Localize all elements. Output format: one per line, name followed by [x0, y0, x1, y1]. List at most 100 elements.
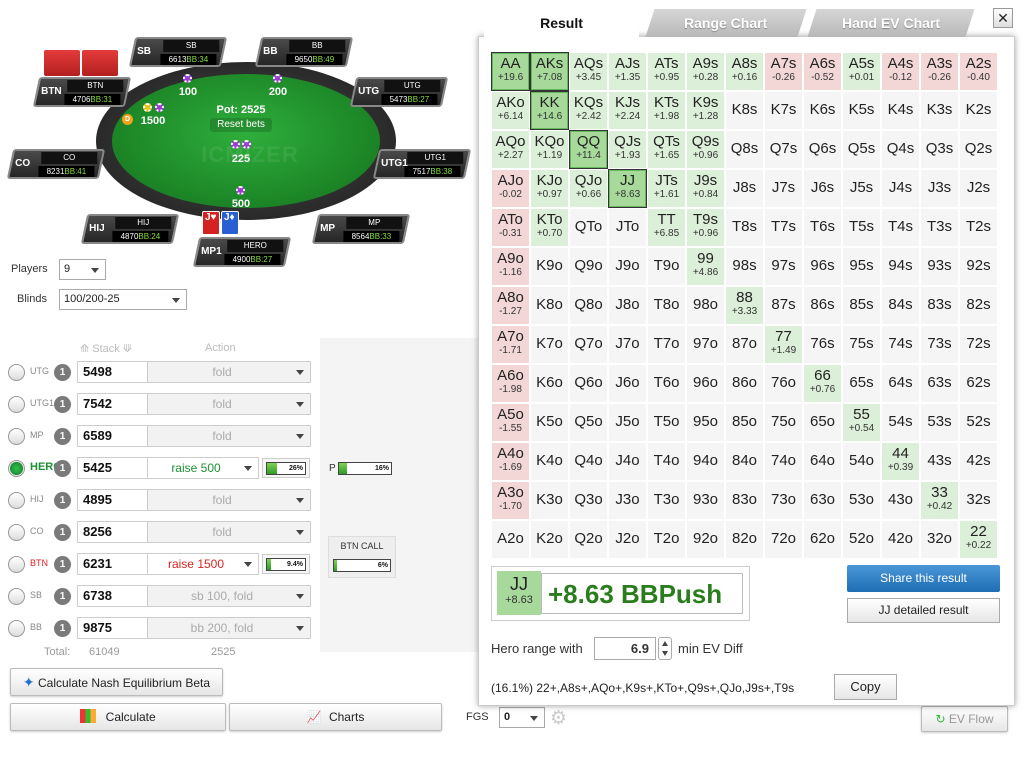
hand-cell[interactable]: 32s — [959, 481, 998, 520]
hand-cell[interactable]: Q4o — [569, 442, 608, 481]
hand-cell[interactable]: 94o — [686, 442, 725, 481]
action-select[interactable]: fold — [147, 425, 311, 447]
stack-input[interactable]: 6231 — [77, 553, 149, 575]
row-count[interactable]: 1 — [54, 556, 71, 573]
hand-cell[interactable]: A4o -1.69 — [491, 442, 530, 481]
hero-radio[interactable] — [8, 524, 25, 541]
hand-cell[interactable]: K7s — [764, 91, 803, 130]
hand-cell[interactable]: A4s -0.12 — [881, 52, 920, 91]
hand-cell[interactable]: A8o -1.27 — [491, 286, 530, 325]
seat-hero[interactable]: MP1 HERO 4900BB:27 — [192, 237, 292, 267]
hand-cell[interactable]: JTs +1.61 — [647, 169, 686, 208]
row-count[interactable]: 1 — [54, 620, 71, 637]
hand-cell[interactable]: J8o — [608, 286, 647, 325]
min-ev-stepper[interactable] — [658, 637, 672, 660]
hand-cell[interactable]: J4o — [608, 442, 647, 481]
hand-cell[interactable]: 22 +0.22 — [959, 520, 998, 559]
hand-cell[interactable]: AJs +1.35 — [608, 52, 647, 91]
ev-flow-button[interactable]: ↻ EV Flow — [921, 706, 1008, 732]
hand-cell[interactable]: Q9s +0.96 — [686, 130, 725, 169]
stack-input[interactable]: 5425 — [77, 457, 149, 479]
hand-cell[interactable]: ATo -0.31 — [491, 208, 530, 247]
action-select[interactable]: raise 500 — [147, 457, 259, 479]
hand-cell[interactable]: Q3o — [569, 481, 608, 520]
hand-cell[interactable]: 42s — [959, 442, 998, 481]
hand-cell[interactable]: 74o — [764, 442, 803, 481]
hand-cell[interactable]: T4o — [647, 442, 686, 481]
hand-cell[interactable]: K4s — [881, 91, 920, 130]
hand-cell[interactable]: Q4s — [881, 130, 920, 169]
min-ev-input[interactable]: 6.9 — [594, 637, 656, 660]
hand-cell[interactable]: A7o -1.71 — [491, 325, 530, 364]
hand-cell[interactable]: 87o — [725, 325, 764, 364]
hand-cell[interactable]: T3s — [920, 208, 959, 247]
fgs-select[interactable]: 0 — [499, 707, 545, 728]
hand-cell[interactable]: K6o — [530, 364, 569, 403]
hand-cell[interactable]: AQo +2.27 — [491, 130, 530, 169]
hand-cell[interactable]: Q5o — [569, 403, 608, 442]
action-select[interactable]: fold — [147, 361, 311, 383]
hand-cell[interactable]: T2s — [959, 208, 998, 247]
hand-cell[interactable]: 64s — [881, 364, 920, 403]
hand-cell[interactable]: QQ +11.4 — [569, 130, 608, 169]
row-count[interactable]: 1 — [54, 396, 71, 413]
hand-cell[interactable]: QJs +1.93 — [608, 130, 647, 169]
hand-cell[interactable]: 72o — [764, 520, 803, 559]
hand-cell[interactable]: Q6o — [569, 364, 608, 403]
hand-cell[interactable]: K5o — [530, 403, 569, 442]
hand-cell[interactable]: KJo +0.97 — [530, 169, 569, 208]
hand-cell[interactable]: 97o — [686, 325, 725, 364]
hand-cell[interactable]: K6s — [803, 91, 842, 130]
hand-cell[interactable]: Q5s — [842, 130, 881, 169]
copy-button[interactable]: Copy — [834, 674, 897, 700]
hand-cell[interactable]: A8s +0.16 — [725, 52, 764, 91]
hand-cell[interactable]: A5s +0.01 — [842, 52, 881, 91]
hand-cell[interactable]: 54o — [842, 442, 881, 481]
hand-cell[interactable]: 72s — [959, 325, 998, 364]
hand-cell[interactable]: AKo +6.14 — [491, 91, 530, 130]
hand-cell[interactable]: 53o — [842, 481, 881, 520]
hand-cell[interactable]: K2s — [959, 91, 998, 130]
hero-radio[interactable] — [8, 620, 25, 637]
tab-hand-ev-chart[interactable]: Hand EV Chart — [807, 9, 975, 37]
hand-cell[interactable]: 54s — [881, 403, 920, 442]
hand-cell[interactable]: AQs +3.45 — [569, 52, 608, 91]
hand-cell[interactable]: K3o — [530, 481, 569, 520]
hand-cell[interactable]: QJo +0.66 — [569, 169, 608, 208]
hand-cell[interactable]: 44 +0.39 — [881, 442, 920, 481]
seat-hij[interactable]: HIJ HIJ 4870BB:24 — [80, 214, 180, 244]
hand-cell[interactable]: K4o — [530, 442, 569, 481]
close-button[interactable]: ✕ — [993, 8, 1013, 28]
hand-cell[interactable]: 95o — [686, 403, 725, 442]
hand-cell[interactable]: 93o — [686, 481, 725, 520]
up-arrow-icon[interactable] — [662, 641, 668, 646]
hand-cell[interactable]: Q7s — [764, 130, 803, 169]
hand-cell[interactable]: T7s — [764, 208, 803, 247]
hand-cell[interactable]: K8o — [530, 286, 569, 325]
nash-button[interactable]: ✦ Calculate Nash Equilibrium Beta — [10, 668, 223, 696]
hand-cell[interactable]: AA +19.6 — [491, 52, 530, 91]
hand-cell[interactable]: 92o — [686, 520, 725, 559]
hand-cell[interactable]: 33 +0.42 — [920, 481, 959, 520]
hand-cell[interactable]: 73s — [920, 325, 959, 364]
hand-cell[interactable]: 82o — [725, 520, 764, 559]
hand-cell[interactable]: 96o — [686, 364, 725, 403]
hand-cell[interactable]: J9o — [608, 247, 647, 286]
hand-cell[interactable]: 98s — [725, 247, 764, 286]
hand-cell[interactable]: A6o -1.98 — [491, 364, 530, 403]
seat-utg[interactable]: UTG UTG 5473BB:27 — [349, 77, 449, 107]
hand-cell[interactable]: 97s — [764, 247, 803, 286]
hand-cell[interactable]: 76o — [764, 364, 803, 403]
players-select[interactable]: 9 — [59, 259, 106, 280]
hand-cell[interactable]: 52s — [959, 403, 998, 442]
hand-cell[interactable]: 92s — [959, 247, 998, 286]
stack-input[interactable]: 6738 — [77, 585, 149, 607]
hand-cell[interactable]: J7s — [764, 169, 803, 208]
hand-cell[interactable]: A3o -1.70 — [491, 481, 530, 520]
seat-co[interactable]: CO CO 8231BB:41 — [6, 149, 106, 179]
hand-cell[interactable]: 86s — [803, 286, 842, 325]
action-select[interactable]: bb 200, fold — [147, 617, 311, 639]
hand-cell[interactable]: KK +14.6 — [530, 91, 569, 130]
row-count[interactable]: 1 — [54, 460, 71, 477]
seat-mp[interactable]: MP MP 8564BB:33 — [311, 214, 411, 244]
